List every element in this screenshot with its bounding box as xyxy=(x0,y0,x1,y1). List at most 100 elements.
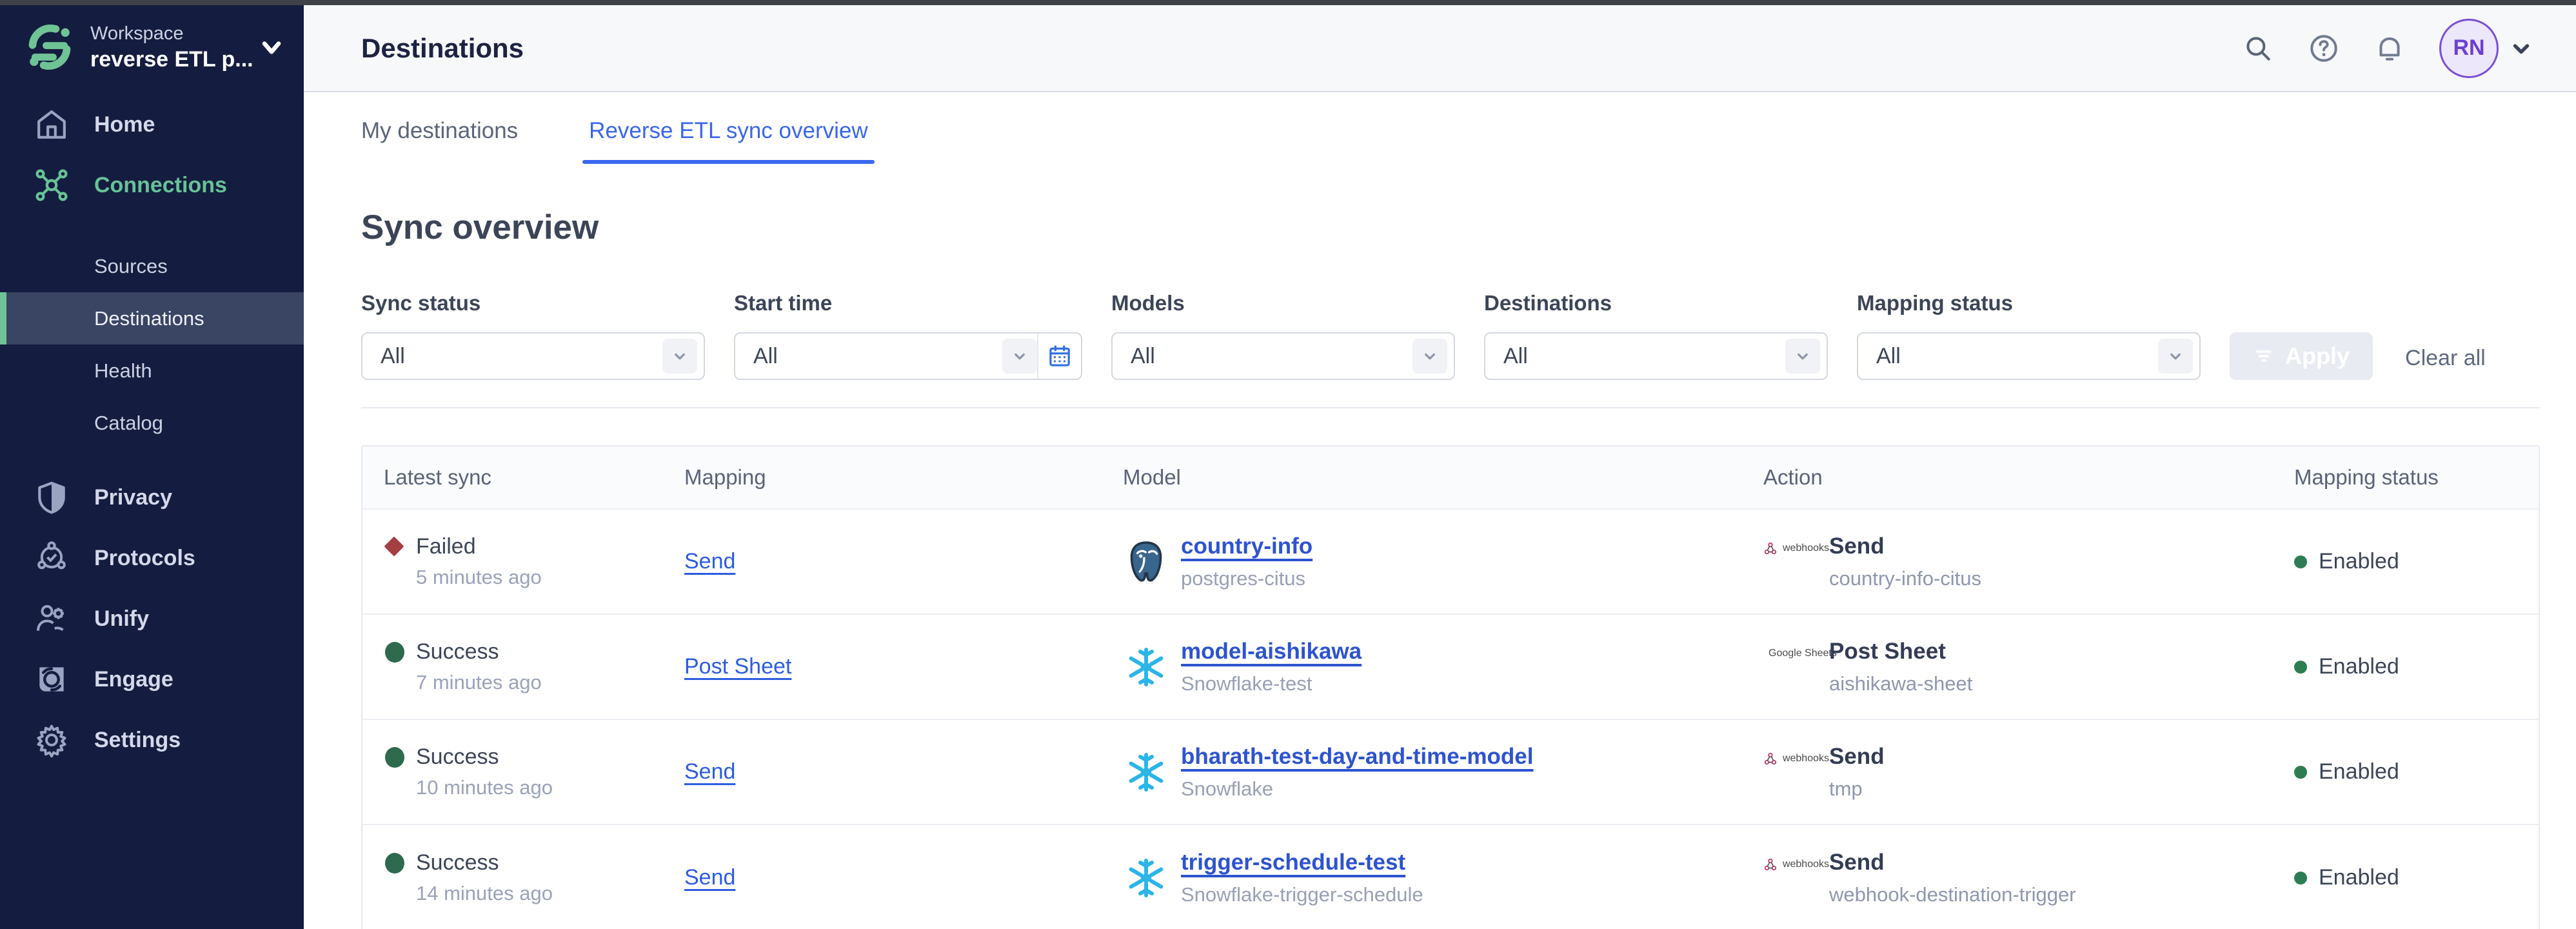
mapping-status-text: Enabled xyxy=(2319,759,2399,784)
sync-status-select[interactable]: All xyxy=(361,332,705,380)
sync-time-ago: 14 minutes ago xyxy=(416,882,663,905)
webhooks-icon: webhooks xyxy=(1763,539,1829,558)
sync-status-text: Success xyxy=(416,639,499,664)
action-cell: Google Sheets Post Sheet aishikawa-sheet xyxy=(1742,639,2273,695)
sidebar-item-settings[interactable]: Settings xyxy=(0,710,304,770)
sidebar-item-label: Catalog xyxy=(94,412,163,435)
destination-type-label: webhooks xyxy=(1783,753,1829,764)
mapping-link[interactable]: Post Sheet xyxy=(684,654,791,679)
sidebar-item-connections[interactable]: Connections xyxy=(0,155,304,215)
sidebar-item-label: Sources xyxy=(94,255,168,278)
destinations-select[interactable]: All xyxy=(1484,332,1828,380)
page-title: Destinations xyxy=(361,33,524,64)
chevron-down-icon xyxy=(1002,339,1037,374)
chevron-down-icon xyxy=(1412,339,1447,374)
tab-reverse-etl-sync-overview[interactable]: Reverse ETL sync overview xyxy=(589,94,867,168)
action-name: Post Sheet xyxy=(1829,639,1972,664)
model-cell: trigger-schedule-test Snowflake-trigger-… xyxy=(1102,850,1742,906)
latest-sync-cell: Success 7 minutes ago xyxy=(362,639,663,694)
mapping-status-text: Enabled xyxy=(2319,549,2399,574)
topbar-actions: RN xyxy=(2242,19,2533,78)
model-cell: country-info postgres-citus xyxy=(1102,534,1742,590)
action-name: Send xyxy=(1829,850,2076,875)
user-menu[interactable]: RN xyxy=(2439,19,2533,78)
destination-type-label: webhooks xyxy=(1783,543,1829,554)
model-link[interactable]: country-info xyxy=(1181,534,1313,559)
mapping-status-cell: Enabled xyxy=(2273,759,2539,784)
filter-sync-status: Sync status All xyxy=(361,291,705,380)
user-menu-chevron-down-icon xyxy=(2509,36,2533,61)
sidebar-item-destinations[interactable]: Destinations xyxy=(0,292,304,345)
model-link[interactable]: trigger-schedule-test xyxy=(1181,850,1423,875)
action-name: Send xyxy=(1829,534,1981,559)
workspace-switcher[interactable]: Workspace reverse ETL p... xyxy=(0,5,304,89)
mapping-status-text: Enabled xyxy=(2319,865,2399,890)
sidebar-item-label: Connections xyxy=(94,173,227,198)
notifications-bell-icon[interactable] xyxy=(2373,32,2406,65)
mapping-link[interactable]: Send xyxy=(684,865,735,890)
model-source: Snowflake-trigger-schedule xyxy=(1181,883,1423,906)
action-cell: webhooks Send webhook-destination-trigge… xyxy=(1742,850,2273,906)
main-content: My destinations Reverse ETL sync overvie… xyxy=(304,94,2576,929)
action-destination: webhook-destination-trigger xyxy=(1829,883,2076,906)
model-link[interactable]: model-aishikawa xyxy=(1181,639,1362,664)
workspace-chevron-down-icon xyxy=(257,33,286,61)
sidebar-item-catalog[interactable]: Catalog xyxy=(0,397,304,449)
select-value: All xyxy=(1503,344,1785,369)
sync-overview-table: Latest sync Mapping Model Action Mapping… xyxy=(361,445,2540,929)
mapping-status-select[interactable]: All xyxy=(1857,332,2201,380)
filter-label: Destinations xyxy=(1484,291,1828,315)
table-header-row: Latest sync Mapping Model Action Mapping… xyxy=(362,446,2539,510)
model-link[interactable]: bharath-test-day-and-time-model xyxy=(1181,744,1533,770)
mapping-link[interactable]: Send xyxy=(684,549,735,574)
snowflake-icon xyxy=(1123,644,1169,690)
filter-label: Mapping status xyxy=(1857,291,2201,315)
apply-button[interactable]: Apply xyxy=(2230,332,2373,380)
select-value: All xyxy=(1131,344,1412,369)
snowflake-icon xyxy=(1123,855,1169,901)
mapping-status-cell: Enabled xyxy=(2273,654,2539,679)
start-time-select[interactable]: All xyxy=(734,332,1082,380)
sidebar: Workspace reverse ETL p... Home xyxy=(0,5,304,929)
protocols-icon xyxy=(34,540,70,576)
search-icon[interactable] xyxy=(2242,32,2274,65)
gear-icon xyxy=(34,722,70,758)
avatar[interactable]: RN xyxy=(2439,19,2499,78)
engage-icon xyxy=(34,661,70,697)
tab-my-destinations[interactable]: My destinations xyxy=(361,94,518,168)
column-header-mapping-status: Mapping status xyxy=(2273,465,2539,490)
sidebar-item-label: Home xyxy=(94,112,155,137)
clear-all-button[interactable]: Clear all xyxy=(2395,337,2496,380)
sidebar-item-privacy[interactable]: Privacy xyxy=(0,467,304,528)
filters-divider xyxy=(361,407,2540,408)
sidebar-item-unify[interactable]: Unify xyxy=(0,588,304,649)
success-status-icon xyxy=(384,852,406,874)
help-icon[interactable] xyxy=(2308,32,2340,65)
calendar-icon[interactable] xyxy=(1037,334,1081,379)
mapping-link[interactable]: Send xyxy=(684,759,735,784)
sidebar-item-protocols[interactable]: Protocols xyxy=(0,528,304,588)
model-source: Snowflake-test xyxy=(1181,672,1362,695)
snowflake-icon xyxy=(1123,749,1169,795)
models-select[interactable]: All xyxy=(1111,332,1455,380)
sidebar-item-engage[interactable]: Engage xyxy=(0,649,304,710)
action-name: Send xyxy=(1829,744,1885,770)
sidebar-item-label: Engage xyxy=(94,667,173,692)
shield-icon xyxy=(34,479,70,515)
enabled-dot-icon xyxy=(2294,872,2307,884)
postgres-icon xyxy=(1123,539,1169,585)
app-screen: Workspace reverse ETL p... Home xyxy=(0,0,2576,929)
filter-label: Start time xyxy=(734,291,1082,315)
workspace-text: Workspace reverse ETL p... xyxy=(90,21,251,73)
column-header-model: Model xyxy=(1102,465,1742,490)
chevron-down-icon xyxy=(662,339,697,374)
success-status-icon xyxy=(384,746,406,768)
webhooks-icon: webhooks xyxy=(1763,855,1829,874)
sidebar-item-health[interactable]: Health xyxy=(0,345,304,397)
mapping-cell: Post Sheet xyxy=(663,654,1102,679)
sidebar-item-label: Health xyxy=(94,359,152,383)
workspace-name: reverse ETL p... xyxy=(90,46,251,73)
table-row: Failed 5 minutes ago Send xyxy=(362,510,2539,615)
sidebar-item-home[interactable]: Home xyxy=(0,94,304,155)
sidebar-item-sources[interactable]: Sources xyxy=(0,240,304,292)
